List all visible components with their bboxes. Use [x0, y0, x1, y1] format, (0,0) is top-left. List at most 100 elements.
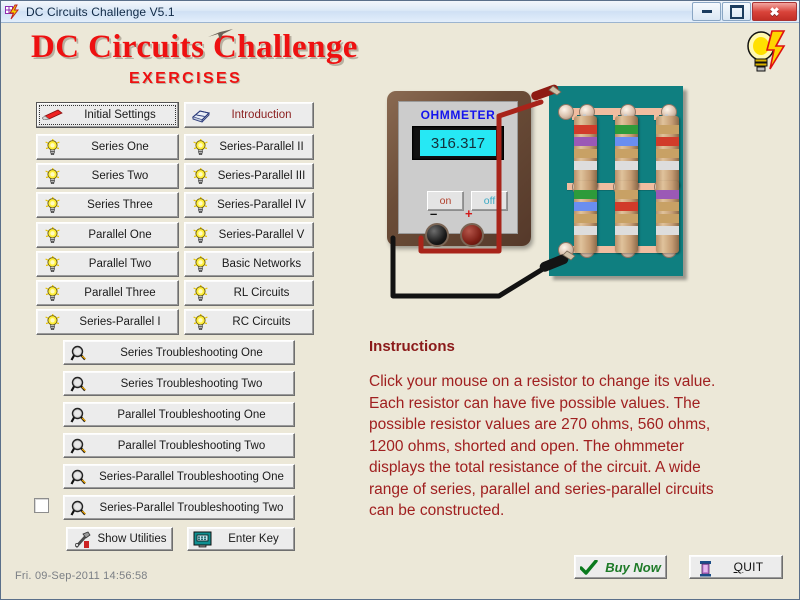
- button-label: Series-Parallel Troubleshooting Two: [99, 501, 284, 514]
- button-label: Parallel Troubleshooting One: [117, 408, 266, 421]
- lightbulb-icon: [42, 284, 62, 302]
- button-label: Basic Networks: [221, 258, 302, 270]
- buy-now-button[interactable]: Buy Now: [574, 555, 667, 579]
- button-series-parallel-troubleshooting-two[interactable]: Series-Parallel Troubleshooting Two: [63, 495, 295, 520]
- button-series-one[interactable]: Series One: [36, 134, 179, 160]
- window-controls: ✖: [692, 2, 797, 21]
- button-series-parallel-iii[interactable]: Series-Parallel III: [184, 163, 314, 189]
- button-series-parallel-troubleshooting-one[interactable]: Series-Parallel Troubleshooting One: [63, 464, 295, 489]
- magnifier-icon: [69, 468, 89, 486]
- window-title: DC Circuits Challenge V5.1: [26, 4, 175, 19]
- button-label: Buy Now: [605, 559, 661, 575]
- button-initial-settings[interactable]: Initial Settings: [36, 102, 179, 128]
- lightbulb-icon: [42, 255, 62, 273]
- lightbulb-icon: [190, 255, 210, 273]
- checkmark-icon: [580, 558, 600, 576]
- button-series-parallel-v[interactable]: Series-Parallel V: [184, 222, 314, 248]
- positive-probe-icon: [531, 84, 562, 101]
- button-label: Series Two: [91, 170, 149, 182]
- button-parallel-three[interactable]: Parallel Three: [36, 280, 179, 306]
- quit-label-rest: UIT: [743, 560, 764, 574]
- button-series-parallel-i[interactable]: Series-Parallel I: [36, 309, 179, 335]
- button-rc-circuits[interactable]: RC Circuits: [184, 309, 314, 335]
- application-window: DC Circuits Challenge V5.1 ✖ DC Circuits…: [0, 0, 800, 600]
- button-introduction[interactable]: Introduction: [184, 102, 314, 128]
- magnifier-icon: [69, 375, 89, 393]
- button-label: Show Utilities: [97, 533, 167, 545]
- lightbulb-icon: [42, 167, 62, 185]
- button-label: Enter Key: [228, 533, 279, 545]
- button-parallel-one[interactable]: Parallel One: [36, 222, 179, 248]
- close-icon: ✖: [769, 4, 780, 19]
- button-enter-key[interactable]: Enter Key: [187, 527, 295, 551]
- button-label: Series Troubleshooting One: [120, 346, 263, 359]
- button-parallel-troubleshooting-one[interactable]: Parallel Troubleshooting One: [63, 402, 295, 427]
- bird-icon: [208, 29, 233, 40]
- button-label: Parallel Two: [88, 258, 152, 270]
- instructions-body: Click your mouse on a resistor to change…: [369, 373, 716, 519]
- button-series-two[interactable]: Series Two: [36, 163, 179, 189]
- quit-button[interactable]: QUIT: [689, 555, 783, 579]
- app-bolt-icon: [5, 4, 21, 20]
- lightbulb-icon: [190, 226, 210, 244]
- close-button[interactable]: ✖: [752, 2, 797, 21]
- magnifier-icon: [69, 406, 89, 424]
- selection-checkbox[interactable]: [34, 498, 49, 513]
- button-parallel-two[interactable]: Parallel Two: [36, 251, 179, 277]
- button-series-parallel-ii[interactable]: Series-Parallel II: [184, 134, 314, 160]
- probe-leads: [390, 84, 576, 299]
- lightbulb-icon: [42, 138, 62, 156]
- button-label: RC Circuits: [232, 316, 291, 328]
- button-label: Series-Parallel Troubleshooting One: [99, 470, 284, 483]
- button-series-three[interactable]: Series Three: [36, 192, 179, 218]
- keypad-icon: [193, 530, 213, 548]
- button-label: Parallel One: [88, 229, 152, 241]
- maximize-button[interactable]: [722, 2, 751, 21]
- marker-icon: [42, 106, 63, 124]
- button-label: Series One: [91, 141, 149, 153]
- button-label: Introduction: [231, 109, 292, 121]
- lightbulb-icon: [190, 313, 210, 331]
- magnifier-icon: [69, 499, 89, 517]
- lightbulb-icon: [42, 313, 62, 331]
- lightbulb-icon: [190, 284, 210, 302]
- negative-probe-icon: [539, 250, 576, 272]
- quit-accel-letter: Q: [733, 560, 744, 574]
- button-label: Series Troubleshooting Two: [120, 377, 263, 390]
- book-icon: [190, 106, 210, 124]
- title-bar: DC Circuits Challenge V5.1 ✖: [1, 1, 799, 23]
- button-label: Initial Settings: [84, 109, 156, 121]
- page-subtitle: EXERCISES: [129, 70, 243, 87]
- lightbulb-icon: [190, 167, 210, 185]
- button-label: Series Three: [87, 199, 153, 211]
- minimize-button[interactable]: [692, 2, 721, 21]
- button-label: Parallel Three: [84, 287, 156, 299]
- lightbulb-icon: [42, 226, 62, 244]
- button-label: Parallel Troubleshooting Two: [117, 439, 266, 452]
- button-label: Series-Parallel V: [218, 229, 305, 241]
- lightbulb-lightning-icon: [747, 30, 786, 72]
- status-datetime: Fri. 09-Sep-2011 14:56:58: [15, 570, 148, 582]
- button-basic-networks[interactable]: Basic Networks: [184, 251, 314, 277]
- button-rl-circuits[interactable]: RL Circuits: [184, 280, 314, 306]
- button-label: Series-Parallel III: [217, 170, 306, 182]
- button-show-utilities[interactable]: Show Utilities: [66, 527, 173, 551]
- button-series-parallel-iv[interactable]: Series-Parallel IV: [184, 192, 314, 218]
- magnifier-icon: [69, 437, 89, 455]
- lightbulb-icon: [190, 138, 210, 156]
- button-parallel-troubleshooting-two[interactable]: Parallel Troubleshooting Two: [63, 433, 295, 458]
- page-title: DC Circuits Challenge: [31, 29, 358, 65]
- lightbulb-icon: [190, 196, 210, 214]
- door-icon: [695, 558, 715, 577]
- app-header: DC Circuits Challenge EXERCISES: [1, 23, 799, 95]
- magnifier-icon: [69, 344, 89, 362]
- tools-icon: [72, 530, 92, 548]
- button-series-troubleshooting-one[interactable]: Series Troubleshooting One: [63, 340, 295, 365]
- lightbulb-icon: [42, 196, 62, 214]
- button-label: Series-Parallel II: [219, 141, 304, 153]
- button-label: Series-Parallel IV: [217, 199, 306, 211]
- button-label: QUIT: [715, 560, 782, 574]
- button-label: RL Circuits: [233, 287, 290, 299]
- instructions-heading: Instructions: [369, 338, 455, 355]
- button-series-troubleshooting-two[interactable]: Series Troubleshooting Two: [63, 371, 295, 396]
